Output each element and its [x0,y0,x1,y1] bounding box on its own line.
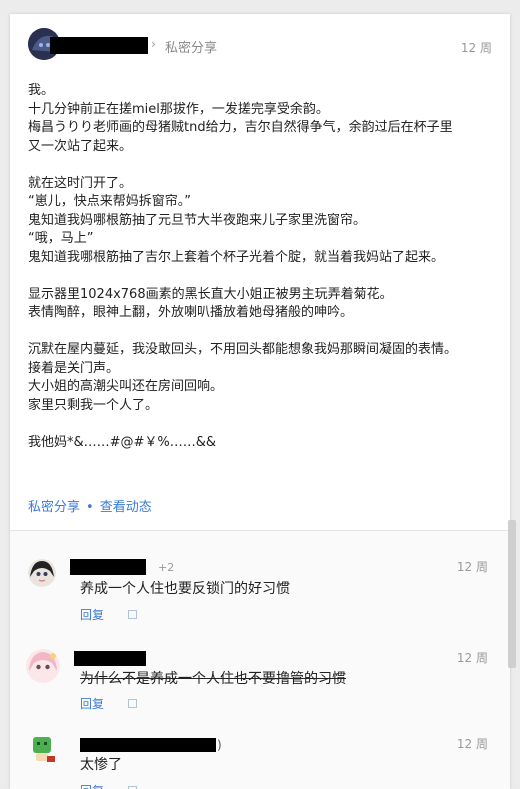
chevron-right-icon: › [151,37,156,51]
post-body-line: “崽儿，快点来帮妈拆窗帘。” [28,194,191,209]
post-body-line: 鬼知道我妈哪根筋抽了元旦节大半夜跑来儿子家里洗窗帘。 [28,212,367,228]
comment-text: 为什么不是养成一个人住也不要撸管的习惯 [80,671,346,687]
comment-item: 12 周 为什么不是养成一个人住也不要撸管的习惯 回复 [10,635,490,723]
separator-dot: • [86,500,94,515]
post-body: 我。十几分钟前正在搓miel那拔作，一发搓完享受余韵。梅昌うりり老师画的母猪贼t… [28,82,498,452]
post-body-line: 表情陶醉，眼神上翻，外放喇叭播放着她母猪般的呻吟。 [28,305,354,320]
reply-button[interactable]: 回复 [80,606,104,623]
commenter-avatar[interactable] [26,649,60,683]
commenter-name-suffix: ) [217,738,222,752]
commenter-name-redacted [70,559,146,575]
share-visibility-label[interactable]: 私密分享 [165,37,217,56]
post-timestamp: 12 周 [460,41,492,55]
post-body-line: 梅昌うりり老师画的母猪贼tnd给力，吉尔自然得争气，余韵过后在杯子里 [28,120,453,135]
reply-button[interactable]: 回复 [80,695,104,712]
comment-item: ) 12 周 太惨了 回复 [10,725,490,789]
post-body-line: 沉默在屋内蔓延，我没敢回头，不用回头都能想象我妈那瞬间凝固的表情。 [28,342,458,357]
comment-text: 太惨了 [80,757,122,773]
comment-timestamp: 12 周 [456,737,488,751]
commenter-name-redacted [80,738,216,752]
author-name-redacted [50,37,148,54]
reply-button[interactable]: 回复 [80,782,104,789]
post-body-line: 家里只剩我一个人了。 [28,397,159,413]
post-body-line: 显示器里1024x768画素的黑长直大小姐正被男主玩弄着菊花。 [28,286,393,302]
comment-item: +2 12 周 养成一个人住也要反锁门的好习惯 回复 [10,545,490,633]
view-activity-link[interactable]: 查看动态 [100,500,152,515]
post-body-line: 又一次站了起来。 [28,138,133,154]
comments-scrollbar[interactable] [508,520,516,668]
commenter-avatar[interactable] [28,559,56,587]
comment-plus-count: +2 [158,561,175,574]
post-body-line: 十几分钟前正在搓miel那拔作，一发搓完享受余韵。 [28,101,329,117]
post-body-line: 我他妈*&……#@#￥%……&& [28,434,217,450]
comment-text: 养成一个人住也要反锁门的好习惯 [80,581,290,597]
comments-section: +2 12 周 养成一个人住也要反锁门的好习惯 回复 12 周 为什么不是养成一… [10,531,510,789]
post-body-line: 接着是关门声。 [28,360,120,376]
private-share-link[interactable]: 私密分享 [28,500,80,515]
anime-girl-avatar-icon [28,559,56,587]
like-checkbox-icon[interactable] [128,610,137,619]
like-checkbox-icon[interactable] [128,699,137,708]
post-body-line: 大小姐的高潮尖叫还在房间回响。 [28,379,224,394]
comment-timestamp: 12 周 [456,651,488,665]
commenter-avatar[interactable] [27,735,57,765]
post-body-line: 我。 [28,83,55,98]
green-creeper-avatar-icon [33,737,55,762]
post-footer: 私密分享 • 查看动态 [28,496,152,515]
post-card: › 私密分享 12 周 我。十几分钟前正在搓miel那拔作，一发搓完享受余韵。梅… [10,14,510,789]
pink-hair-girl-avatar-icon [26,649,60,683]
post-body-line: 鬼知道我哪根筋抽了吉尔上套着个杯子光着个腚，就当着我妈站了起来。 [28,249,445,265]
post-body-line: “哦，马上” [28,231,94,246]
commenter-name-redacted [74,651,146,666]
comment-timestamp: 12 周 [456,560,488,574]
post-header: › 私密分享 12 周 [10,14,510,70]
post-body-line: 就在这时门开了。 [28,175,133,191]
